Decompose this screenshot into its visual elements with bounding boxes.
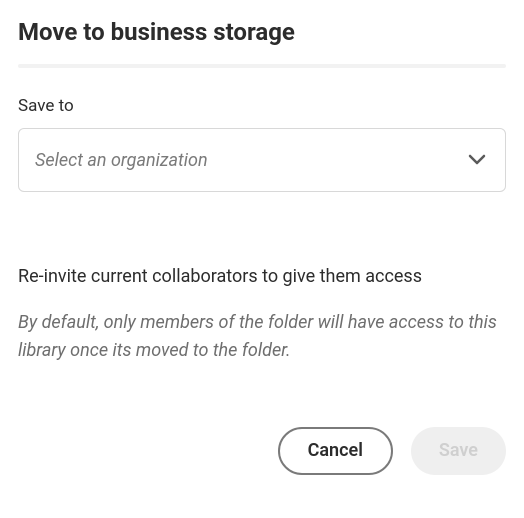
- button-row: Cancel Save: [18, 427, 506, 475]
- organization-select[interactable]: Select an organization: [18, 128, 506, 192]
- cancel-button[interactable]: Cancel: [278, 427, 393, 475]
- save-button[interactable]: Save: [411, 427, 506, 475]
- reinvite-heading: Re-invite current collaborators to give …: [18, 264, 506, 289]
- divider: [18, 64, 506, 68]
- save-to-label: Save to: [18, 96, 506, 116]
- reinvite-description: By default, only members of the folder w…: [18, 309, 506, 365]
- organization-select-button[interactable]: Select an organization: [18, 128, 506, 192]
- organization-select-placeholder: Select an organization: [35, 150, 208, 171]
- move-to-business-storage-dialog: Move to business storage Save to Select …: [18, 18, 506, 475]
- dialog-title: Move to business storage: [18, 18, 506, 46]
